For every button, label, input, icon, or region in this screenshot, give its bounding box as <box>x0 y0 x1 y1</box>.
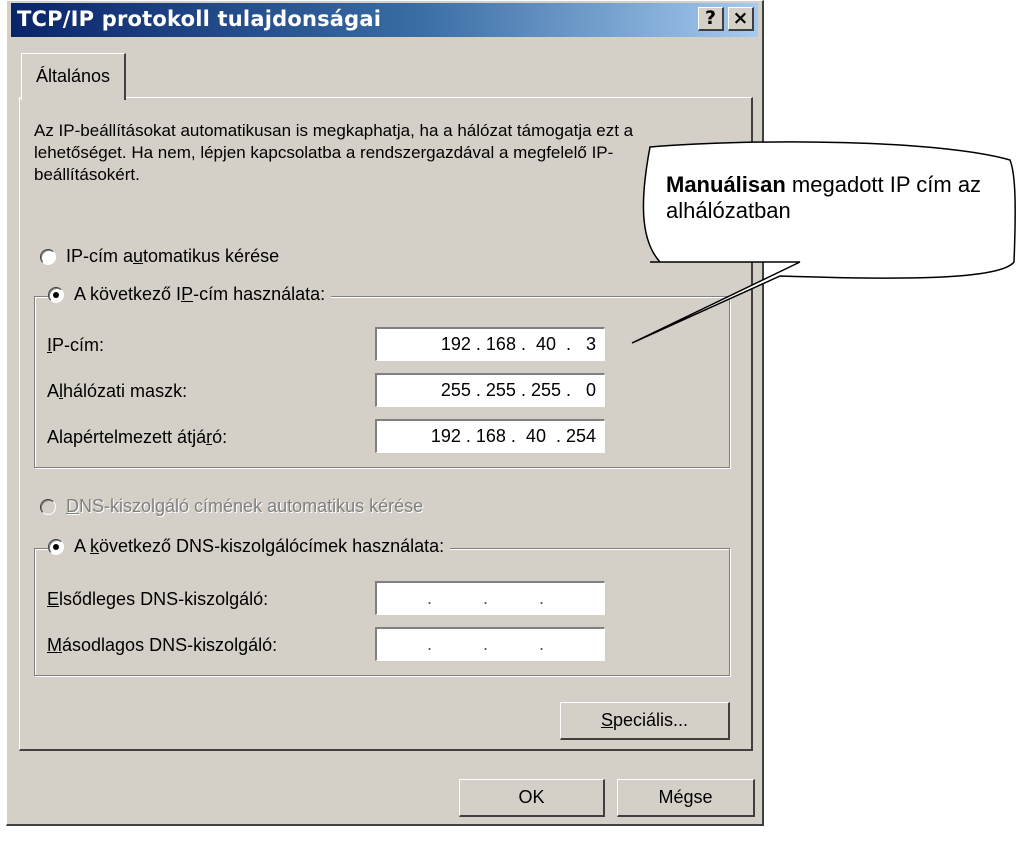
tab-general[interactable]: Általános <box>21 53 127 100</box>
callout-text: Manuálisan megadott IP cím az alhálózatb… <box>666 172 982 223</box>
callout-bubble <box>631 141 1016 344</box>
